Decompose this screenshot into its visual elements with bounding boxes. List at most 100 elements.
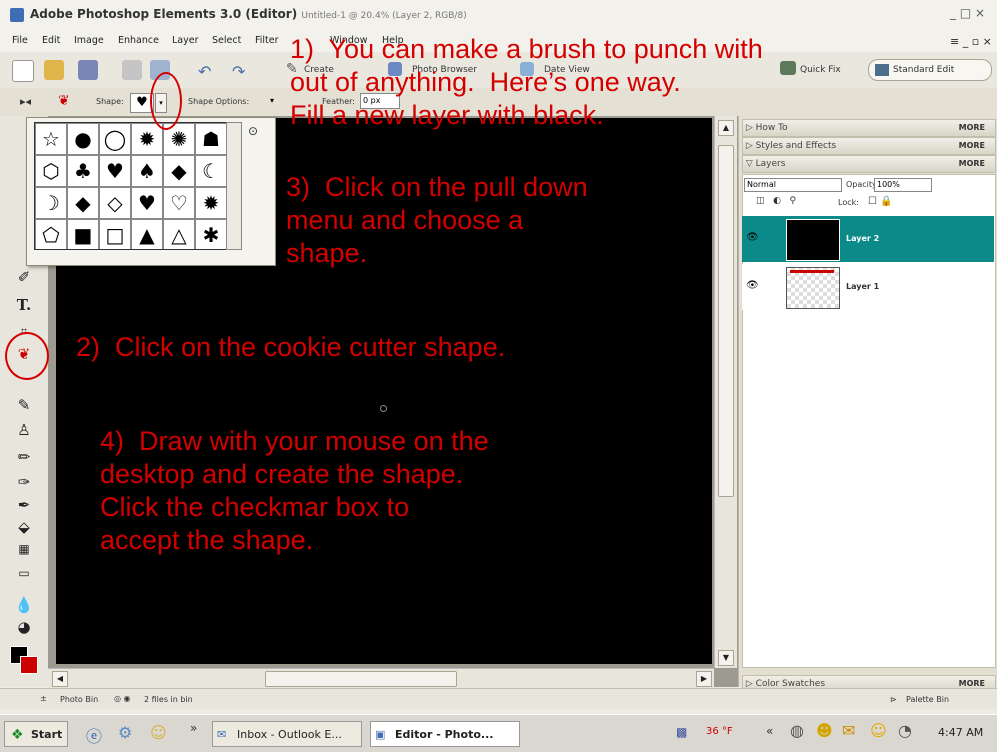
print-icon[interactable] bbox=[122, 60, 142, 80]
type-icon[interactable]: T. bbox=[13, 294, 35, 316]
standard-edit-button[interactable]: Standard Edit bbox=[868, 59, 992, 81]
shape-picker-scrollbar[interactable] bbox=[226, 122, 242, 250]
shape-swatch[interactable]: ☗ bbox=[195, 123, 227, 155]
quick-fix-icon[interactable] bbox=[780, 61, 796, 75]
visibility-eye-icon[interactable]: 👁 bbox=[746, 280, 759, 291]
paintbrush-icon[interactable]: ✒ bbox=[13, 494, 35, 516]
background-color-swatch[interactable] bbox=[20, 656, 38, 674]
shape-swatch[interactable]: ♥ bbox=[99, 155, 131, 187]
tray-expand-icon[interactable]: « bbox=[766, 724, 773, 738]
menu-select[interactable]: Select bbox=[212, 35, 241, 46]
shape-swatch[interactable]: ♣ bbox=[67, 155, 99, 187]
shape-swatch[interactable]: ● bbox=[67, 123, 99, 155]
menu-layer[interactable]: Layer bbox=[172, 35, 199, 46]
healing-brush-icon[interactable]: ✎ bbox=[13, 394, 35, 416]
window-controls[interactable]: _ □ × bbox=[950, 6, 985, 20]
shape-swatch[interactable]: ◯ bbox=[99, 123, 131, 155]
visibility-eye-icon[interactable]: 👁 bbox=[746, 232, 759, 243]
eraser-icon[interactable]: ✑ bbox=[13, 471, 35, 493]
scroll-down-arrow[interactable]: ▼ bbox=[718, 650, 734, 666]
blend-mode-select[interactable]: Normal bbox=[744, 178, 842, 192]
scroll-left-arrow[interactable]: ◀ bbox=[52, 671, 68, 687]
how-to-more[interactable]: MORE bbox=[959, 120, 985, 136]
new-file-icon[interactable] bbox=[12, 60, 34, 82]
overflow-chevron-icon[interactable]: » bbox=[190, 721, 197, 735]
lock-label: Lock: bbox=[838, 198, 859, 207]
styles-effects-header[interactable]: ▷ Styles and Effects MORE bbox=[742, 137, 996, 155]
window-title-text: Adobe Photoshop Elements 3.0 (Editor) bbox=[30, 7, 298, 21]
picker-menu-arrow-icon[interactable]: ⊙ bbox=[248, 124, 258, 138]
redo-icon[interactable]: ↷ bbox=[232, 62, 245, 81]
undo-icon[interactable]: ↶ bbox=[198, 62, 211, 81]
styles-effects-more[interactable]: MORE bbox=[959, 138, 985, 154]
vertical-scroll-thumb[interactable] bbox=[718, 145, 734, 497]
tray-messenger-icon[interactable]: ☻ bbox=[816, 721, 833, 740]
doc-window-controls[interactable]: ≡ _ ▫ × bbox=[950, 35, 992, 48]
shape-swatch[interactable]: □ bbox=[99, 219, 131, 249]
shape-swatch[interactable]: ✹ bbox=[131, 123, 163, 155]
shape-swatch[interactable]: ♥ bbox=[131, 187, 163, 219]
layer2-name[interactable]: Layer 2 bbox=[846, 234, 879, 243]
shape-swatch[interactable]: ☽ bbox=[35, 187, 67, 219]
tray-volume-icon[interactable]: ◔ bbox=[898, 721, 912, 740]
layer-tools-icons[interactable]: ◫ ◐ ⚲ bbox=[756, 196, 796, 206]
palette-bin-toggle-icon[interactable]: ⊳ bbox=[890, 695, 897, 704]
sponge-icon[interactable]: ◕ bbox=[13, 616, 35, 638]
shape-swatch[interactable]: ▲ bbox=[131, 219, 163, 249]
scroll-right-arrow[interactable]: ▶ bbox=[696, 671, 712, 687]
shape-swatch[interactable]: ◇ bbox=[99, 187, 131, 219]
quick-fix-button[interactable]: Quick Fix bbox=[800, 65, 841, 75]
clone-stamp-icon[interactable]: ♙ bbox=[13, 419, 35, 441]
open-folder-icon[interactable] bbox=[44, 60, 64, 80]
gradient-icon[interactable]: ▦ bbox=[13, 538, 35, 560]
shape-tool-icon[interactable]: ▭ bbox=[13, 562, 35, 584]
menu-file[interactable]: File bbox=[12, 35, 28, 46]
tray-smiley-icon[interactable]: ☺ bbox=[870, 721, 887, 740]
taskbar-outlook[interactable]: ✉ Inbox - Outlook E... bbox=[212, 721, 362, 747]
tray-network-icon[interactable]: ◍ bbox=[790, 721, 804, 740]
quick-launch-messenger-icon[interactable]: ☺ bbox=[150, 723, 167, 742]
layer1-name[interactable]: Layer 1 bbox=[846, 282, 879, 291]
tray-weather-icon[interactable]: ▩ bbox=[676, 725, 687, 739]
start-button[interactable]: ❖ Start bbox=[4, 721, 68, 747]
layers-header[interactable]: ▽ Layers MORE bbox=[742, 155, 996, 173]
how-to-header[interactable]: ▷ How To MORE bbox=[742, 119, 996, 137]
quick-launch-network-icon[interactable]: ⚙ bbox=[118, 723, 132, 742]
tool-preset-icon[interactable]: ▸◂ bbox=[20, 95, 31, 108]
save-icon[interactable] bbox=[78, 60, 98, 80]
menu-enhance[interactable]: Enhance bbox=[118, 35, 159, 46]
palette-bin-label[interactable]: Palette Bin bbox=[906, 695, 949, 704]
menu-image[interactable]: Image bbox=[74, 35, 104, 46]
blur-icon[interactable]: 💧 bbox=[13, 594, 35, 616]
photo-bin-label[interactable]: Photo Bin bbox=[60, 695, 98, 704]
shape-swatch[interactable]: ◆ bbox=[163, 155, 195, 187]
shape-options-arrow[interactable]: ▾ bbox=[270, 96, 274, 105]
shape-swatch[interactable]: ■ bbox=[67, 219, 99, 249]
lock-icon[interactable]: ☐ 🔒 bbox=[868, 196, 893, 207]
horizontal-scroll-thumb[interactable] bbox=[265, 671, 457, 687]
shape-swatch[interactable]: ♠ bbox=[131, 155, 163, 187]
shape-swatch[interactable]: ☾ bbox=[195, 155, 227, 187]
paint-bucket-icon[interactable]: ⬙ bbox=[13, 516, 35, 538]
opacity-input[interactable]: 100% bbox=[874, 178, 932, 192]
menu-filter[interactable]: Filter bbox=[255, 35, 279, 46]
layers-more[interactable]: MORE bbox=[959, 156, 985, 172]
tray-mail-icon[interactable]: ✉ bbox=[842, 721, 855, 740]
bin-nav-icon[interactable]: ◎ ◉ bbox=[114, 694, 131, 703]
shape-swatch[interactable]: ◆ bbox=[67, 187, 99, 219]
shape-swatch[interactable]: △ bbox=[163, 219, 195, 249]
shape-swatch[interactable]: ♡ bbox=[163, 187, 195, 219]
shape-swatch[interactable]: ✱ bbox=[195, 219, 227, 249]
standard-edit-icon bbox=[875, 63, 889, 76]
photo-bin-toggle[interactable]: ± bbox=[40, 694, 47, 703]
taskbar-editor[interactable]: ▣ Editor - Photo... bbox=[370, 721, 520, 747]
shape-swatch[interactable]: ⬠ bbox=[35, 219, 67, 249]
shape-swatch[interactable]: ☆ bbox=[35, 123, 67, 155]
shape-swatch[interactable]: ✹ bbox=[195, 187, 227, 219]
brush-icon[interactable]: ✐ bbox=[13, 266, 35, 288]
menu-edit[interactable]: Edit bbox=[42, 35, 60, 46]
shape-swatch[interactable]: ⬡ bbox=[35, 155, 67, 187]
shape-options-label[interactable]: Shape Options: bbox=[188, 97, 249, 106]
quick-launch-ie-icon[interactable]: ⓔ bbox=[86, 723, 102, 747]
pencil-icon[interactable]: ✏ bbox=[13, 446, 35, 468]
